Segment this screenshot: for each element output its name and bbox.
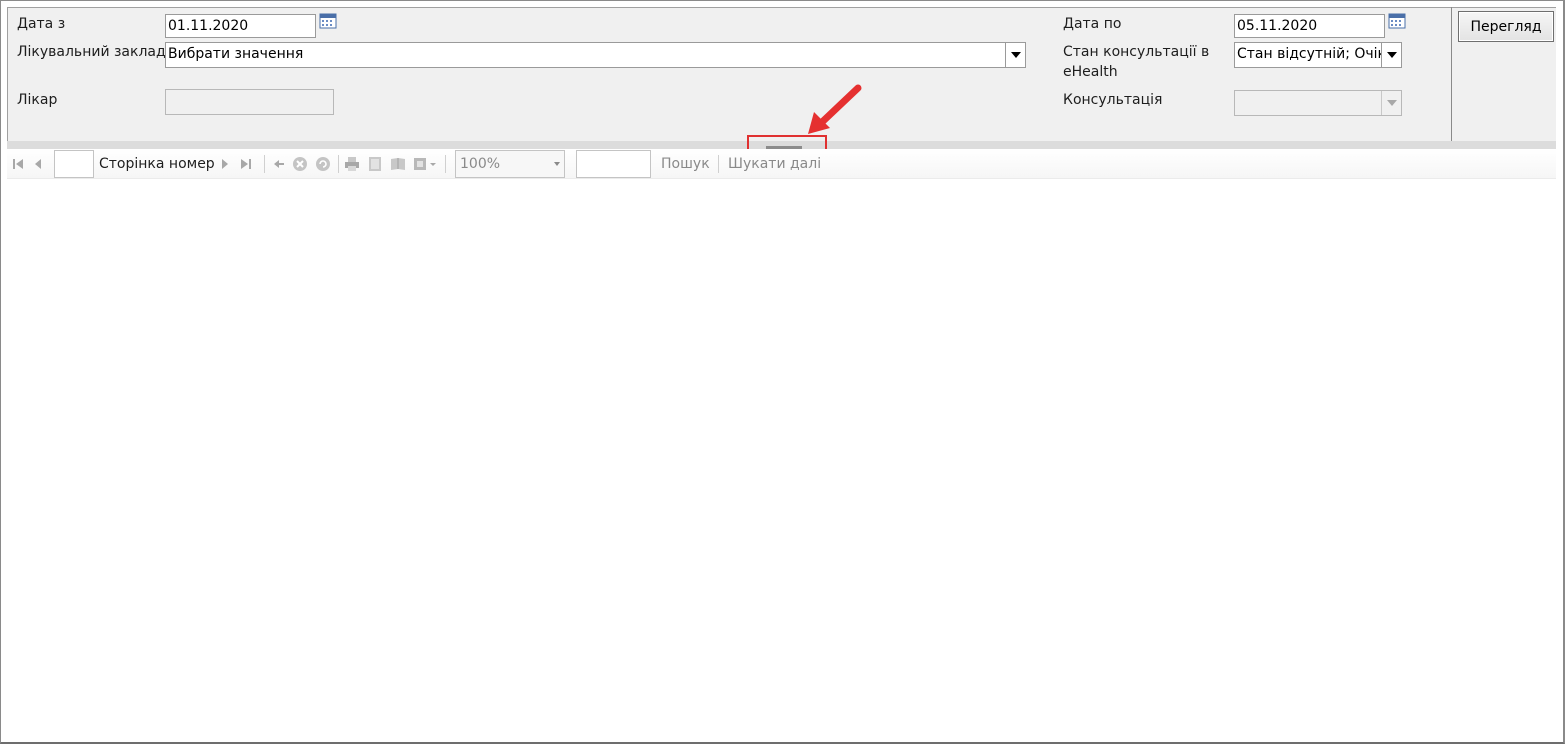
export-icon[interactable]	[413, 156, 437, 172]
next-page-icon[interactable]	[217, 156, 233, 172]
report-content-area	[7, 179, 1556, 736]
consultation-dropdown[interactable]	[1234, 90, 1402, 116]
annotation-arrow-icon	[808, 84, 862, 134]
print-icon[interactable]	[344, 156, 360, 172]
prev-page-icon[interactable]	[30, 156, 46, 172]
chevron-down-icon[interactable]	[554, 162, 560, 166]
doctor-field[interactable]	[165, 89, 334, 115]
panel-divider	[1451, 7, 1452, 141]
status-label-line2: eHealth	[1063, 64, 1118, 80]
status-value: Стан відсутній; Очікує	[1237, 46, 1402, 62]
view-report-button[interactable]: Перегляд	[1458, 11, 1554, 42]
last-page-icon[interactable]	[238, 156, 254, 172]
status-dropdown[interactable]: Стан відсутній; Очікує	[1234, 42, 1402, 68]
find-next-button[interactable]: Шукати далі	[728, 154, 821, 174]
date-from-label: Дата з	[17, 16, 66, 32]
date-to-label: Дата по	[1063, 16, 1122, 32]
facility-label: Лікувальний заклад	[17, 44, 166, 60]
search-input[interactable]	[576, 150, 651, 178]
facility-dropdown[interactable]: Вибрати значення	[165, 42, 1026, 68]
toolbar-separator	[718, 155, 719, 173]
report-toolbar: Сторінка номер 100% Пошук Шукати далі	[7, 149, 1556, 179]
first-page-icon[interactable]	[10, 156, 26, 172]
calendar-icon[interactable]	[319, 13, 337, 29]
stop-icon[interactable]	[292, 156, 308, 172]
back-icon[interactable]	[271, 156, 287, 172]
toolbar-separator	[338, 155, 339, 173]
page-setup-icon[interactable]	[390, 156, 406, 172]
doctor-label: Лікар	[17, 92, 58, 108]
zoom-dropdown[interactable]: 100%	[455, 150, 565, 178]
page-number-input[interactable]	[54, 150, 94, 178]
calendar-icon[interactable]	[1388, 13, 1406, 29]
consultation-label: Консультація	[1063, 92, 1163, 108]
refresh-icon[interactable]	[315, 156, 331, 172]
page-number-label: Сторінка номер	[99, 156, 215, 172]
chevron-down-icon[interactable]	[1381, 43, 1401, 67]
facility-value: Вибрати значення	[168, 46, 304, 62]
chevron-down-icon[interactable]	[1381, 91, 1401, 115]
toolbar-separator	[445, 155, 446, 173]
chevron-down-icon[interactable]	[1005, 43, 1025, 67]
search-button[interactable]: Пошук	[661, 154, 710, 174]
date-from-field[interactable]: 01.11.2020	[165, 14, 316, 38]
print-layout-icon[interactable]	[367, 156, 383, 172]
status-label: Стан консультації в	[1063, 44, 1210, 60]
toolbar-separator	[264, 155, 265, 173]
zoom-value: 100%	[460, 156, 501, 172]
date-to-field[interactable]: 05.11.2020	[1234, 14, 1385, 38]
